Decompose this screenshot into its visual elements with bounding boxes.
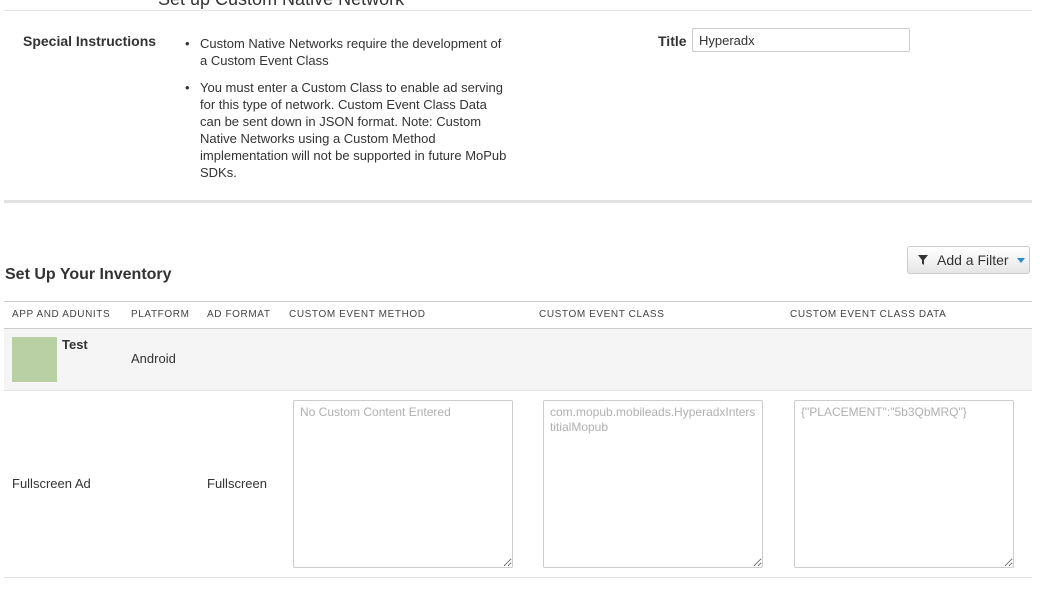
chevron-down-icon [1016,257,1025,263]
section-divider [4,200,1032,203]
special-instructions-list: Custom Native Networks require the devel… [185,35,510,191]
custom-event-class-textarea[interactable] [543,400,763,568]
instruction-item: You must enter a Custom Class to enable … [185,79,510,181]
add-filter-label: Add a Filter [937,252,1009,268]
filter-funnel-icon [918,255,928,265]
table-top-divider [4,301,1032,302]
app-platform: Android [131,351,176,366]
title-label: Title [658,33,687,49]
column-header-ad-format: AD FORMAT [207,309,271,320]
add-filter-button[interactable]: Add a Filter [907,246,1030,274]
column-header-custom-event-method: CUSTOM EVENT METHOD [289,309,426,320]
app-icon [12,337,57,382]
page-heading: Set up Custom Native Network [158,0,404,10]
column-header-custom-event-class: CUSTOM EVENT CLASS [539,309,665,320]
custom-event-method-textarea[interactable] [293,400,513,568]
column-header-platform: PLATFORM [131,309,190,320]
title-input[interactable] [692,28,910,52]
top-divider [4,10,1032,11]
custom-event-class-data-textarea[interactable] [794,400,1014,568]
adunit-format: Fullscreen [207,476,267,491]
instruction-item: Custom Native Networks require the devel… [185,35,510,69]
app-name: Test [62,337,88,352]
inventory-title: Set Up Your Inventory [5,266,172,283]
special-instructions-label: Special Instructions [23,33,157,49]
adunit-name: Fullscreen Ad [12,476,91,491]
column-header-custom-event-class-data: CUSTOM EVENT CLASS DATA [790,309,947,320]
adunit-row-divider [4,577,1032,578]
column-header-app-and-adunits: APP AND ADUNITS [12,309,111,320]
